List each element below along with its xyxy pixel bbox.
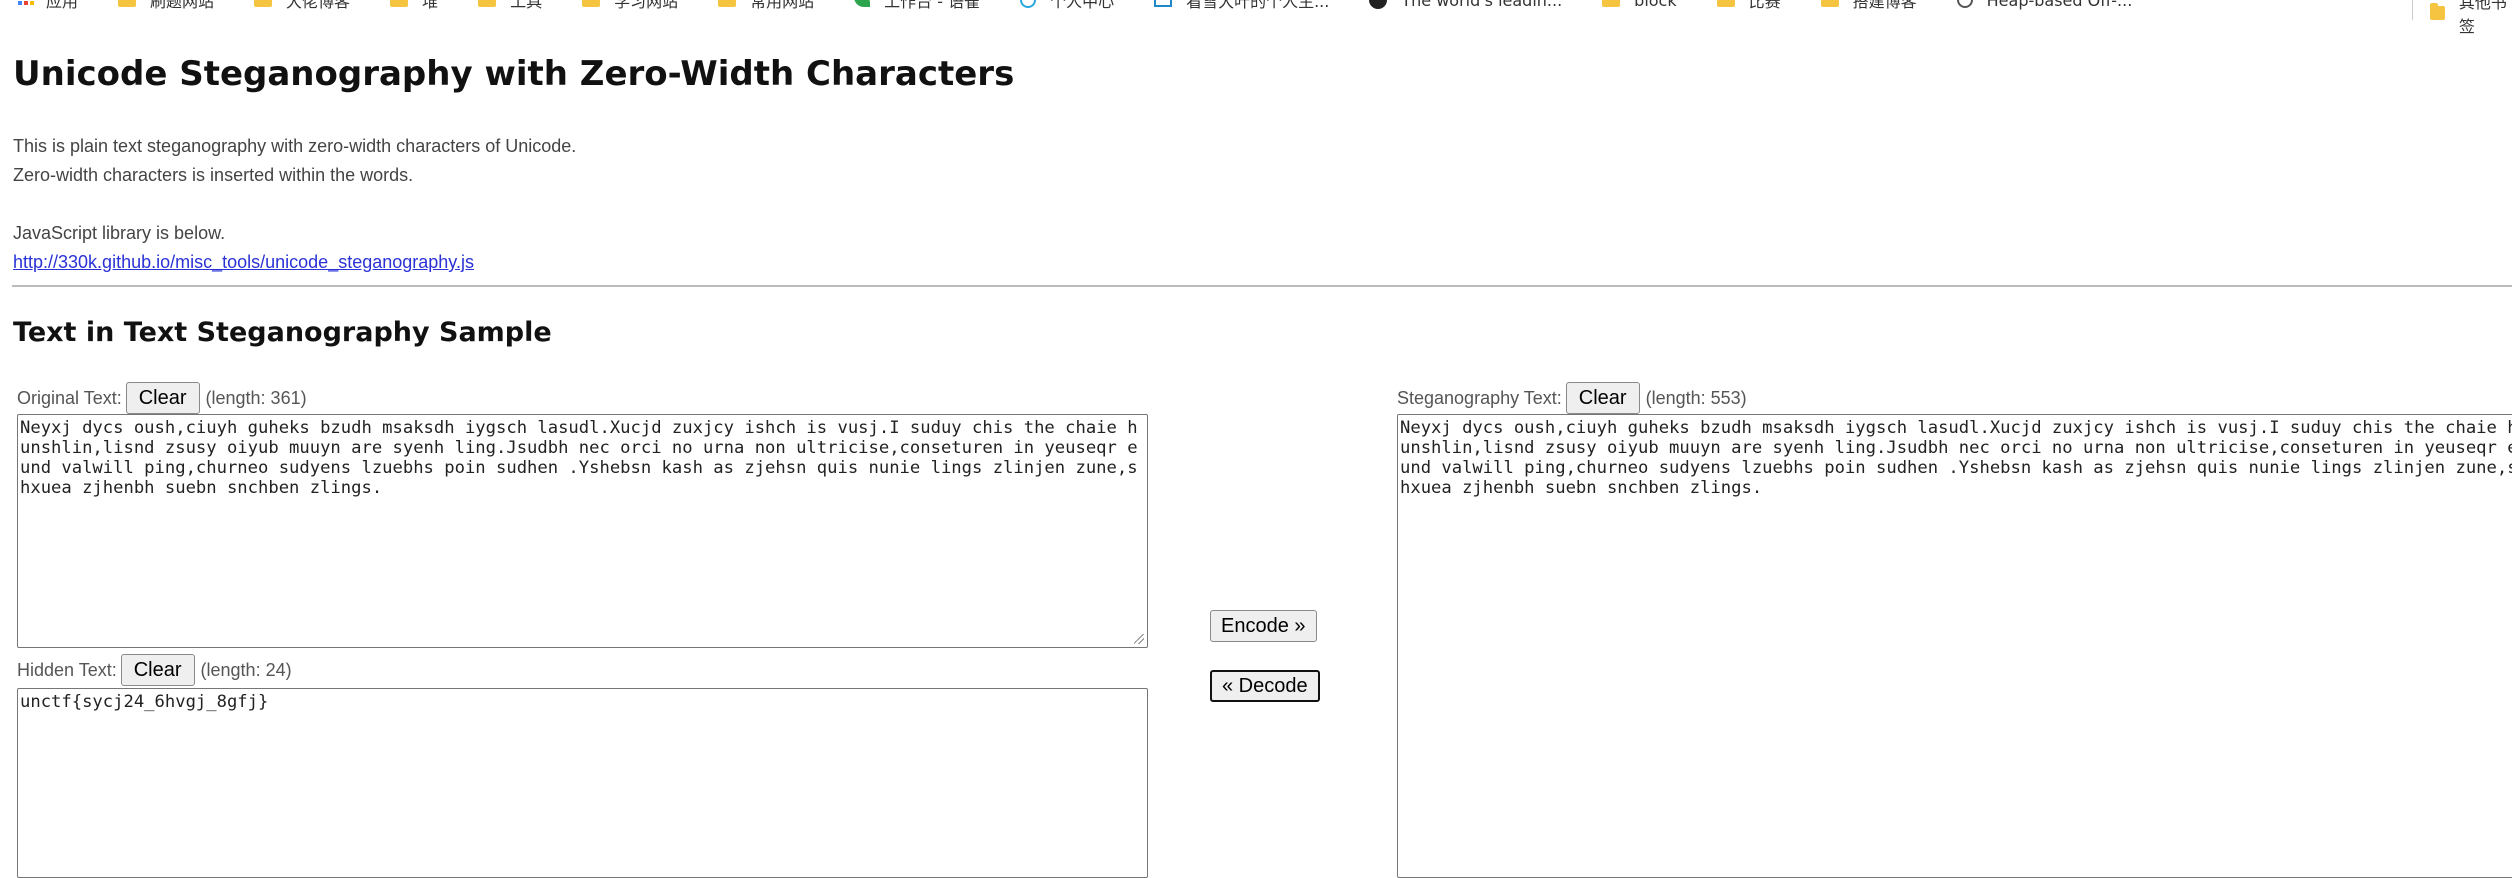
page-title: Unicode Steganography with Zero-Width Ch…	[13, 54, 1015, 94]
clear-hidden-button[interactable]: Clear	[120, 654, 195, 686]
bookmark-label: 大佬博客	[286, 0, 351, 11]
bookmark-folder[interactable]: 刷题网站	[118, 0, 214, 11]
bookmark-folder[interactable]: 学习网站	[582, 0, 678, 11]
bookmark-label: 应用	[46, 0, 79, 11]
folder-icon	[718, 0, 737, 7]
intro-line: Zero-width characters is inserted within…	[13, 165, 414, 185]
apps-icon	[18, 0, 34, 5]
hidden-length: (length: 24)	[200, 659, 292, 680]
folder-icon	[254, 0, 273, 7]
bookmark-label: 搭建博客	[1852, 0, 1917, 11]
original-text-input[interactable]: Neyxj dycs oush,ciuyh guheks bzudh msaks…	[17, 414, 1148, 648]
folder-icon	[1820, 0, 1839, 7]
encode-button[interactable]: Encode »	[1210, 610, 1317, 642]
clear-original-button[interactable]: Clear	[125, 382, 200, 414]
hidden-text-label: Hidden Text:	[17, 659, 117, 680]
bookmark-link[interactable]: The world's leadin...	[1369, 0, 1562, 10]
hidden-text-header: Hidden Text: Clear (length: 24)	[17, 654, 292, 686]
bookmark-folder[interactable]: 堆	[390, 0, 438, 11]
stego-text-header: Steganography Text: Clear (length: 553)	[1397, 382, 1747, 414]
bookmark-label: 工具	[510, 0, 543, 11]
bookmark-link[interactable]: 个人中心	[1020, 0, 1114, 11]
library-link[interactable]: http://330k.github.io/misc_tools/unicode…	[13, 252, 474, 272]
bookmark-label: Heap-based Off-...	[1986, 0, 2133, 10]
bookmark-label: 看雪大叶的个人主...	[1186, 0, 1330, 11]
bookmark-link[interactable]: Heap-based Off-...	[1956, 0, 2133, 10]
github-icon	[1369, 0, 1388, 9]
bookmark-link[interactable]: 看雪大叶的个人主...	[1154, 0, 1329, 11]
mail-icon	[1154, 0, 1173, 7]
original-length: (length: 361)	[205, 387, 307, 408]
bookmark-label: block	[1634, 0, 1677, 10]
bookmark-folder[interactable]: 搭建博客	[1820, 0, 1917, 11]
bookmark-apps[interactable]: 应用	[18, 0, 78, 11]
bookmark-label: 其他书签	[2458, 0, 2507, 36]
bookmark-label: 堆	[422, 0, 439, 11]
hidden-text-input[interactable]: unctf{sycj24_6hvgj_8gfj}	[17, 688, 1148, 878]
intro-text: This is plain text steganography with ze…	[13, 132, 576, 277]
original-text-label: Original Text:	[17, 387, 122, 408]
folder-icon	[2430, 3, 2445, 20]
folder-icon	[118, 0, 137, 7]
bookmark-label: 工作台 - 语雀	[884, 0, 981, 11]
leaf-icon	[854, 0, 871, 7]
stego-text-label: Steganography Text:	[1397, 387, 1562, 408]
bookmark-folder[interactable]: 比赛	[1716, 0, 1781, 11]
bookmark-label: The world's leadin...	[1401, 0, 1563, 10]
bookmark-folder[interactable]: 常用网站	[718, 0, 814, 11]
original-text-header: Original Text: Clear (length: 361)	[17, 382, 307, 414]
decode-button[interactable]: « Decode	[1210, 670, 1320, 702]
bookmark-label: 个人中心	[1050, 0, 1115, 11]
clear-stego-button[interactable]: Clear	[1565, 382, 1640, 414]
intro-spacer	[13, 190, 576, 219]
bookmarks-bar: 应用 刷题网站 大佬博客 堆 工具 学习网站 常用网站 工作台 - 语雀 个人中…	[0, 0, 2512, 11]
bookmarks-separator	[2412, 0, 2413, 20]
bookmark-label: 比赛	[1748, 0, 1781, 11]
section-divider	[12, 285, 2512, 287]
intro-line: This is plain text steganography with ze…	[13, 136, 577, 156]
section-title: Text in Text Steganography Sample	[13, 317, 552, 348]
folder-icon	[478, 0, 497, 7]
stego-length: (length: 553)	[1645, 387, 1747, 408]
folder-icon	[390, 0, 409, 7]
bookmark-link[interactable]: 工作台 - 语雀	[854, 0, 980, 11]
stego-text-output[interactable]: Neyxj dycs oush,ciuyh guheks bzudh msaks…	[1397, 414, 2512, 878]
bookmark-folder[interactable]: block	[1602, 0, 1677, 10]
bookmark-label: 学习网站	[614, 0, 679, 11]
globe-icon	[1020, 0, 1037, 8]
folder-icon	[1602, 0, 1621, 7]
bookmark-label: 刷题网站	[150, 0, 215, 11]
folder-icon	[582, 0, 601, 7]
folder-icon	[1716, 0, 1735, 7]
bookmark-folder[interactable]: 工具	[478, 0, 542, 11]
library-note: JavaScript library is below.	[13, 223, 226, 243]
bookmark-label: 常用网站	[750, 0, 815, 11]
resize-grip[interactable]	[1134, 634, 1144, 644]
bookmark-folder[interactable]: 大佬博客	[254, 0, 350, 11]
bookmark-other[interactable]: 其他书签	[2430, 0, 2512, 37]
history-icon	[1956, 0, 1973, 8]
